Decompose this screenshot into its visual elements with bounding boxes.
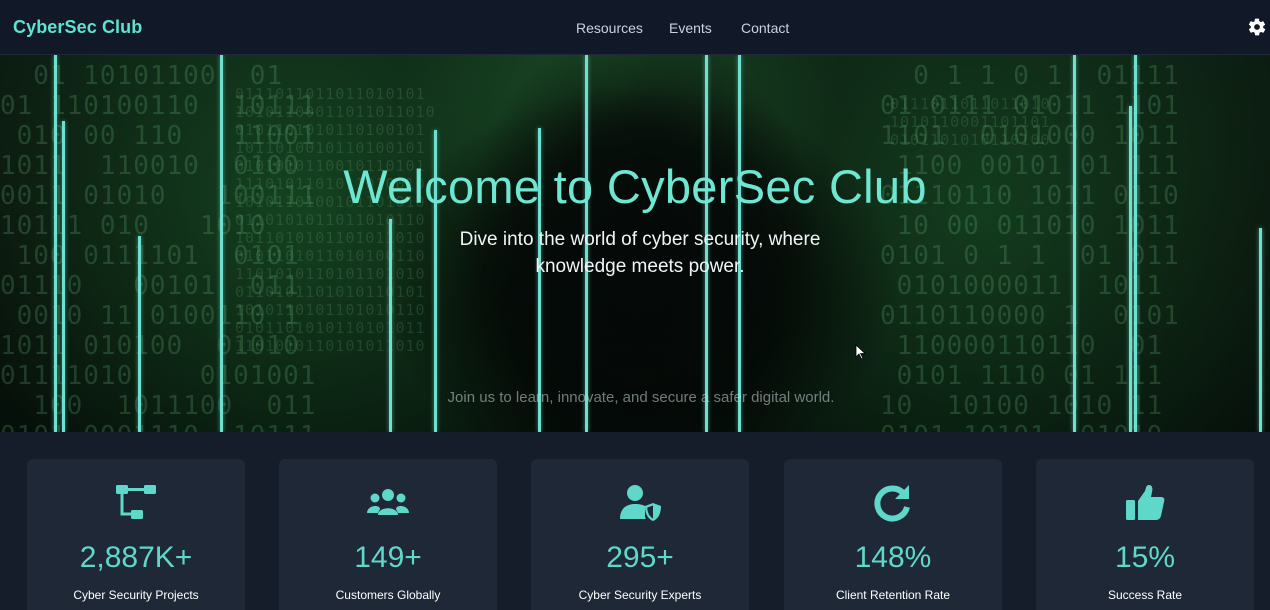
stat-card-projects: 2,887K+ Cyber Security Projects (27, 459, 245, 610)
stat-value: 148% (854, 541, 932, 574)
nav-link-contact[interactable]: Contact (741, 20, 789, 36)
stat-label: Cyber Security Projects (73, 588, 199, 602)
hero-tagline: Join us to learn, innovate, and secure a… (447, 389, 835, 406)
line-13 (1134, 55, 1137, 432)
redo-icon (874, 485, 910, 522)
sitemap-icon (116, 485, 156, 519)
stat-value: 2,887K+ (79, 541, 193, 574)
thumbs-up-icon (1126, 485, 1165, 520)
nav-link-events[interactable]: Events (669, 20, 712, 36)
hero-banner: 01 10101100 01 01 110100110 10111 010 00… (0, 55, 1270, 432)
stat-label: Success Rate (1107, 588, 1183, 602)
hero-subtitle: Dive into the world of cyber security, w… (459, 229, 821, 277)
line-12 (1129, 106, 1132, 432)
stat-card-customers: 149+ Customers Globally (279, 459, 497, 610)
line-1 (54, 55, 57, 432)
stat-card-success: 15% Success Rate (1036, 459, 1254, 610)
stat-label: Client Retention Rate (835, 588, 951, 602)
line-4 (220, 55, 223, 432)
gear-icon[interactable] (1247, 17, 1267, 37)
stat-label: Cyber Security Experts (578, 588, 702, 602)
top-navbar: CyberSec Club Resources Events Contact (0, 0, 1270, 55)
user-shield-icon (620, 485, 661, 521)
users-icon (367, 489, 409, 515)
hero-title: Welcome to CyberSec Club (343, 160, 927, 213)
stat-label: Customers Globally (335, 588, 441, 602)
stat-value: 15% (1114, 541, 1176, 574)
binary-backdrop-center-left: 0111011011011010101 10101100011011011010… (235, 85, 436, 355)
nav-links: Resources Events Contact (0, 20, 1270, 40)
mouse-cursor-icon (855, 344, 867, 360)
binary-backdrop-right-small: 0111011011011010 1010110001101101 010110… (890, 95, 1051, 149)
stat-value: 295+ (606, 541, 674, 574)
stat-card-retention: 148% Client Retention Rate (784, 459, 1002, 610)
stat-value: 149+ (354, 541, 422, 574)
line-11 (1073, 55, 1076, 432)
nav-link-resources[interactable]: Resources (576, 20, 643, 36)
stats-section: 2,887K+ Cyber Security Projects 149+ Cus… (0, 432, 1270, 610)
stat-card-experts: 295+ Cyber Security Experts (531, 459, 749, 610)
